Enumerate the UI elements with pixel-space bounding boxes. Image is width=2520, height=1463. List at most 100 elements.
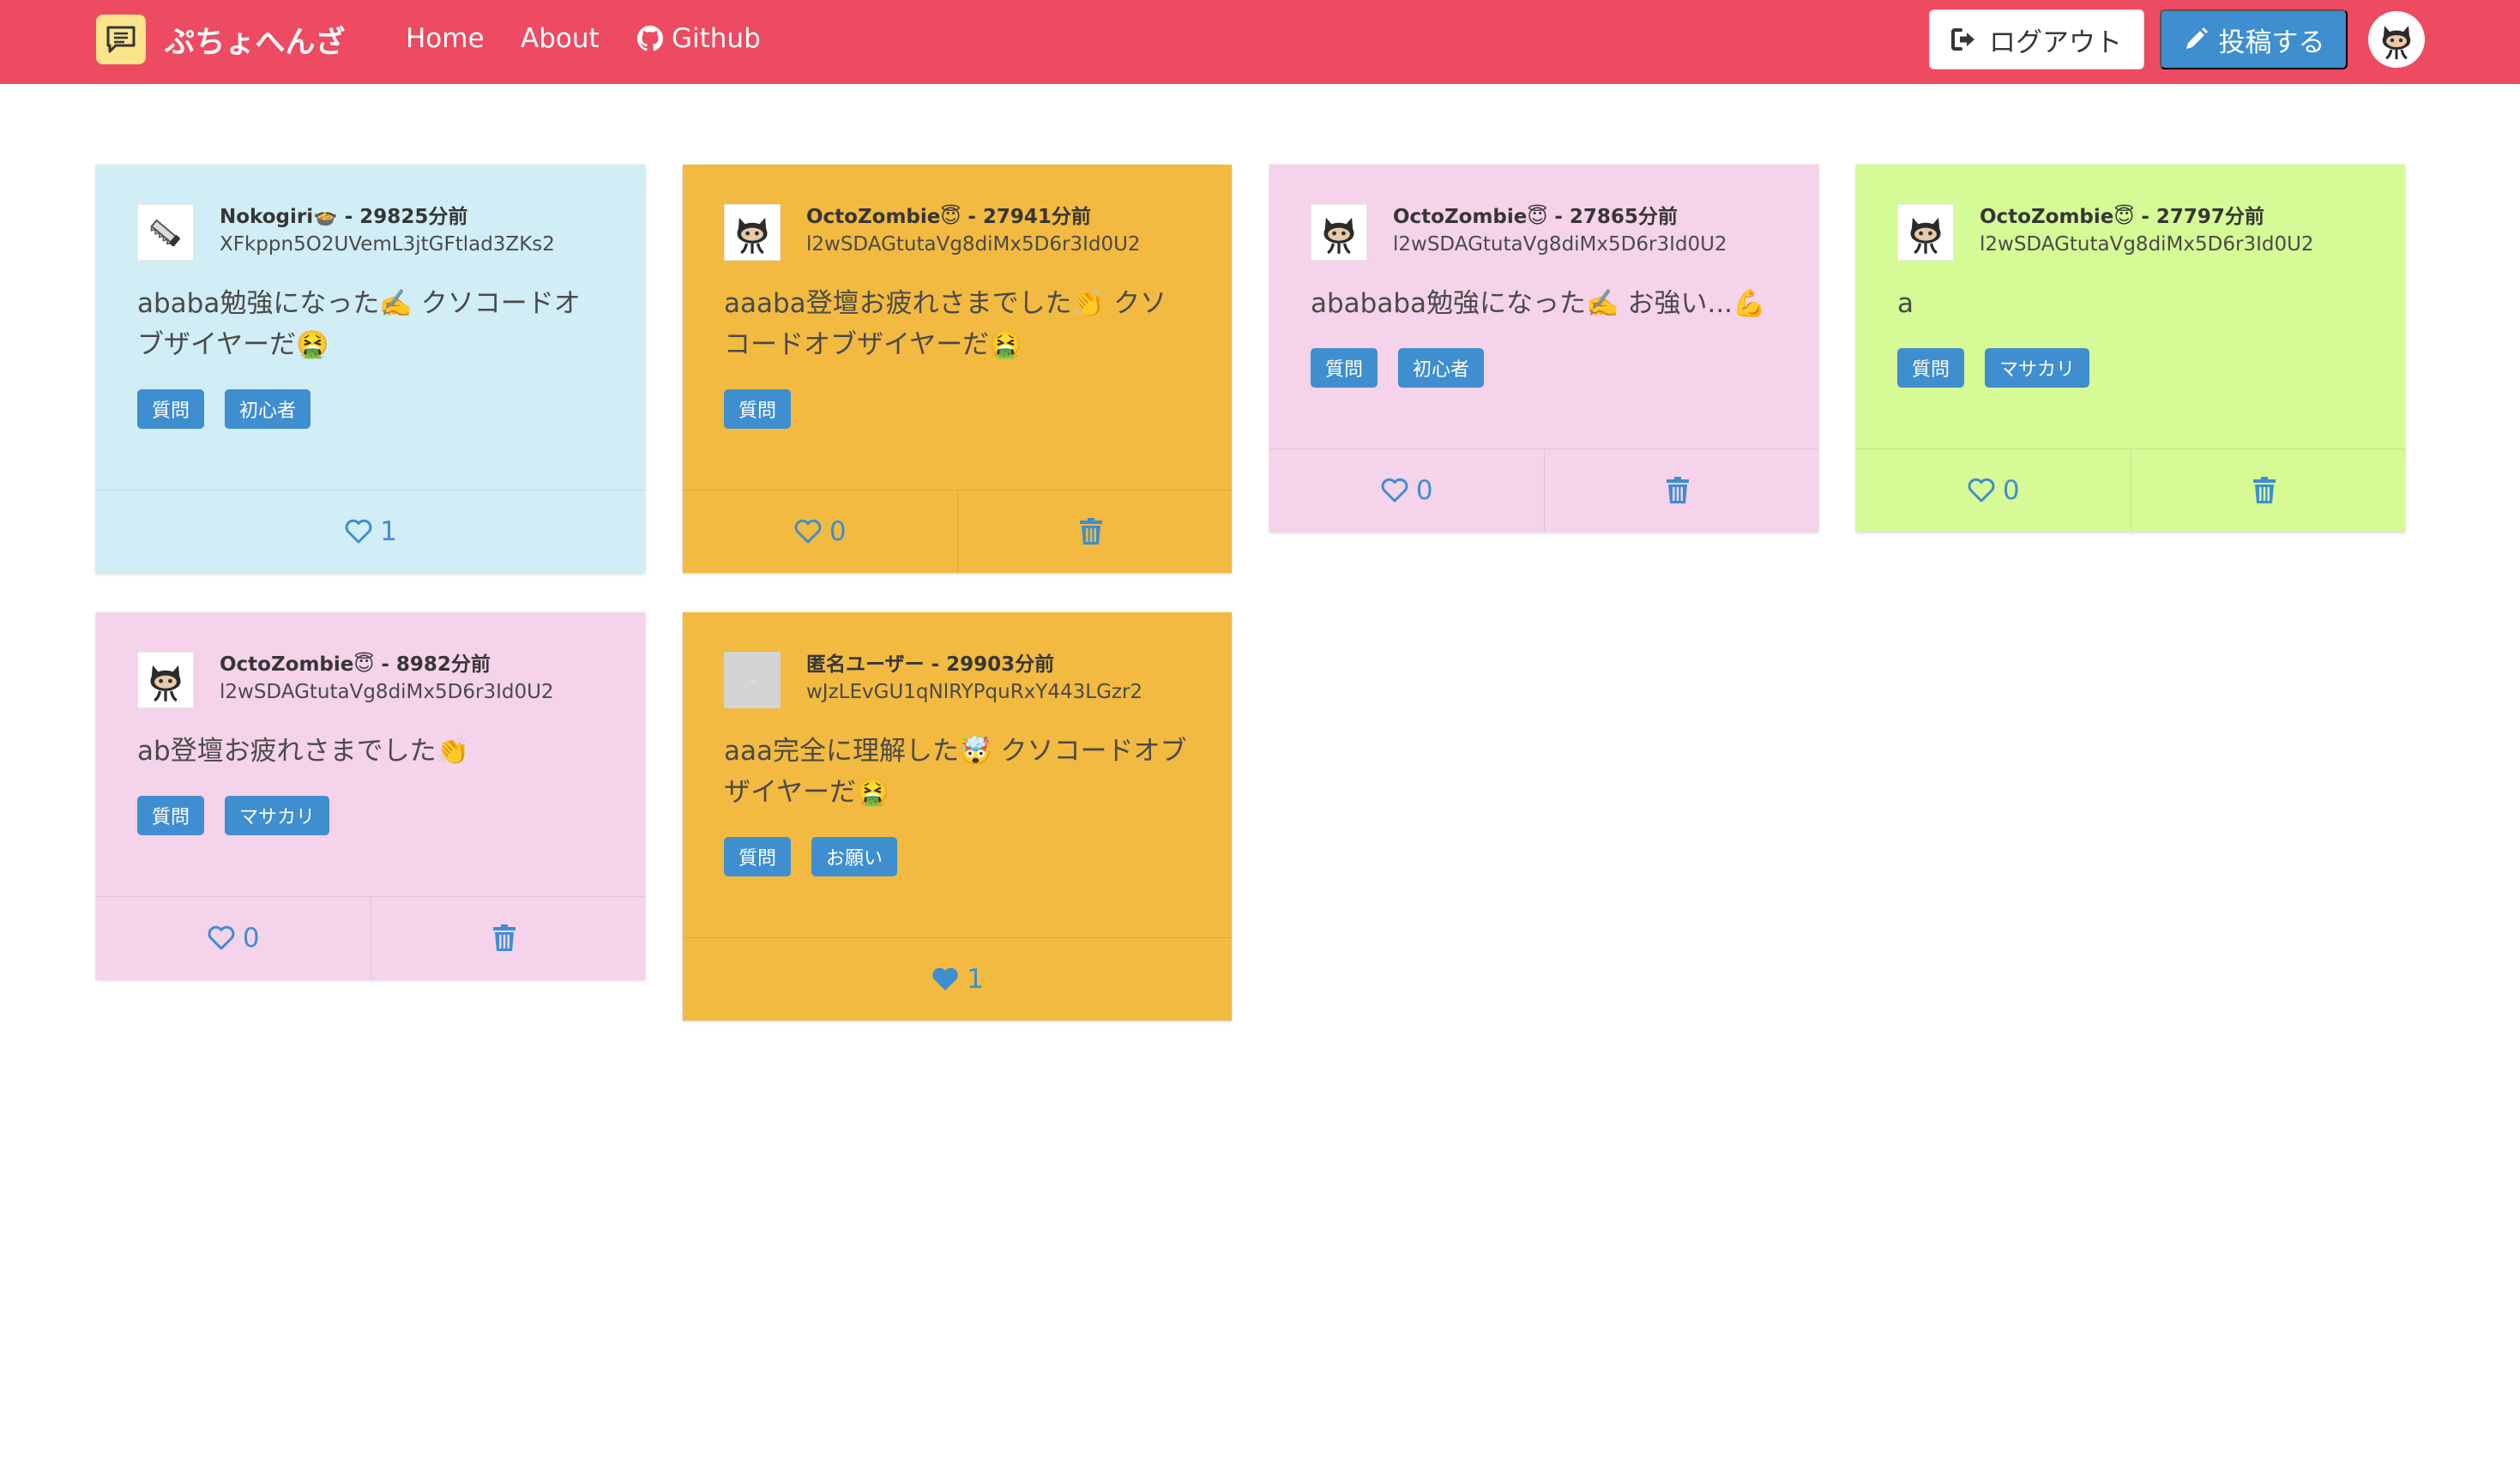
post-tag[interactable]: 質問	[1311, 348, 1378, 388]
post-body: ababa勉強になった✍️ クソコードオブザイヤーだ🤮	[137, 288, 581, 360]
post-tag[interactable]: 初心者	[225, 389, 311, 429]
post-tags: 質問 マサカリ	[1897, 348, 2364, 388]
delete-button[interactable]	[1543, 449, 1819, 532]
post-tag[interactable]: 質問	[137, 796, 205, 835]
trash-icon	[1666, 477, 1697, 504]
card-header: — 匿名ユーザー - 29903分前 wJzLEvGU1qNlRYPquRxY4…	[724, 652, 1191, 708]
post-author-time: OctoZombie😇 - 27941分前	[806, 206, 1091, 228]
post-tag[interactable]: 質問	[137, 389, 205, 429]
post-body: abababa勉強になった✍️ お強い...💪	[1311, 288, 1766, 319]
post-user-id: l2wSDAGtutaVg8diMx5D6r3Id0U2	[220, 681, 554, 703]
post-author-time: OctoZombie😇 - 8982分前	[220, 653, 491, 676]
card-header: OctoZombie😇 - 8982分前 l2wSDAGtutaVg8diMx5…	[137, 652, 604, 708]
nav-github-label: Github	[672, 23, 761, 54]
post-tag[interactable]: 質問	[724, 837, 792, 876]
trash-icon	[1079, 518, 1110, 545]
post-card: OctoZombie😇 - 27941分前 l2wSDAGtutaVg8diMx…	[683, 165, 1232, 573]
like-count: 1	[967, 964, 984, 995]
heart-icon	[207, 925, 243, 951]
svg-text:—: —	[749, 677, 757, 686]
post-meta: OctoZombie😇 - 8982分前 l2wSDAGtutaVg8diMx5…	[220, 652, 554, 708]
post-tag[interactable]: マサカリ	[1985, 348, 2090, 388]
post-meta: OctoZombie😇 - 27941分前 l2wSDAGtutaVg8diMx…	[806, 204, 1141, 261]
post-author-time: Nokogiri🍲 - 29825分前	[220, 206, 468, 228]
post-card: Nokogiri🍲 - 29825分前 XFkppn5O2UVemL3jtGFt…	[96, 165, 645, 573]
card-footer: 0	[683, 490, 1232, 573]
post-tags: 質問 初心者	[1311, 348, 1777, 388]
card-footer: 0	[96, 896, 645, 979]
octocat-icon	[1897, 204, 1954, 261]
card-content: Nokogiri🍲 - 29825分前 XFkppn5O2UVemL3jtGFt…	[96, 165, 645, 429]
pencil-icon	[2185, 27, 2208, 49]
logout-label: ログアウト	[1989, 27, 2122, 57]
logout-button[interactable]: ログアウト	[1929, 9, 2144, 69]
card-content: OctoZombie😇 - 8982分前 l2wSDAGtutaVg8diMx5…	[96, 612, 645, 835]
octocat-icon	[137, 652, 194, 708]
card-content: OctoZombie😇 - 27865分前 l2wSDAGtutaVg8diMx…	[1269, 165, 1818, 388]
post-tag[interactable]: お願い	[811, 837, 898, 876]
card-header: Nokogiri🍲 - 29825分前 XFkppn5O2UVemL3jtGFt…	[137, 204, 604, 261]
post-body: aaaba登壇お疲れさまでした👏 クソコードオブザイヤーだ🤮	[724, 288, 1167, 360]
post-user-id: l2wSDAGtutaVg8diMx5D6r3Id0U2	[1393, 233, 1727, 256]
like-button[interactable]: 1	[683, 938, 1232, 1020]
like-button[interactable]: 1	[96, 491, 645, 573]
post-body: aaa完全に理解した🤯 クソコードオブザイヤーだ🤮	[724, 736, 1187, 808]
post-author-time: OctoZombie😇 - 27797分前	[1980, 206, 2264, 228]
post-card: OctoZombie😇 - 8982分前 l2wSDAGtutaVg8diMx5…	[96, 612, 645, 979]
chat-icon	[96, 15, 146, 64]
like-button[interactable]: 0	[1269, 449, 1544, 532]
post-tags: 質問 初心者	[137, 389, 604, 429]
nav-home-link[interactable]: Home	[406, 23, 485, 54]
post-user-id: XFkppn5O2UVemL3jtGFtlad3ZKs2	[220, 233, 555, 256]
brand-link[interactable]: ぷちょへんざ	[96, 15, 345, 64]
like-count: 0	[829, 516, 847, 547]
post-meta: OctoZombie😇 - 27865分前 l2wSDAGtutaVg8diMx…	[1393, 204, 1727, 261]
like-button[interactable]: 0	[1856, 449, 2131, 532]
trash-icon	[492, 924, 523, 952]
post-tag[interactable]: 質問	[724, 389, 792, 429]
post-user-id: wJzLEvGU1qNlRYPquRxY443LGzr2	[806, 681, 1143, 703]
user-avatar[interactable]	[2368, 11, 2425, 68]
post-tags: 質問 お願い	[724, 837, 1191, 876]
like-count: 0	[1415, 475, 1433, 506]
post-card: — 匿名ユーザー - 29903分前 wJzLEvGU1qNlRYPquRxY4…	[683, 612, 1232, 1020]
post-tag[interactable]: マサカリ	[225, 796, 330, 835]
like-button[interactable]: 0	[96, 897, 371, 979]
post-label: 投稿する	[2218, 27, 2325, 57]
octocat-icon	[2382, 26, 2411, 60]
like-button[interactable]: 0	[683, 491, 957, 573]
logout-icon	[1951, 28, 1974, 51]
delete-button[interactable]	[2130, 449, 2406, 532]
delete-button[interactable]	[956, 491, 1233, 573]
nav-about-link[interactable]: About	[521, 23, 600, 54]
post-tags: 質問	[724, 389, 1191, 429]
card-header: OctoZombie😇 - 27865分前 l2wSDAGtutaVg8diMx…	[1311, 204, 1777, 261]
post-card: OctoZombie😇 - 27797分前 l2wSDAGtutaVg8diMx…	[1856, 165, 2405, 532]
post-meta: 匿名ユーザー - 29903分前 wJzLEvGU1qNlRYPquRxY443…	[806, 652, 1142, 708]
card-footer: 1	[96, 490, 645, 573]
post-body: ab登壇お疲れさまでした👏	[137, 736, 470, 767]
post-tag[interactable]: 初心者	[1398, 348, 1485, 388]
card-footer: 1	[683, 937, 1232, 1020]
octocat-icon	[1311, 204, 1367, 261]
github-icon	[637, 26, 663, 51]
trash-icon	[2252, 477, 2283, 504]
post-tag[interactable]: 質問	[1897, 348, 1965, 388]
nav-github-link[interactable]: Github	[637, 23, 761, 54]
card-footer: 0	[1856, 449, 2405, 532]
post-user-id: l2wSDAGtutaVg8diMx5D6r3Id0U2	[1980, 233, 2314, 256]
card-content: OctoZombie😇 - 27797分前 l2wSDAGtutaVg8diMx…	[1856, 165, 2405, 388]
delete-button[interactable]	[370, 897, 646, 979]
card-footer: 0	[1269, 449, 1818, 532]
post-card: OctoZombie😇 - 27865分前 l2wSDAGtutaVg8diMx…	[1269, 165, 1818, 532]
heart-icon	[1967, 478, 2003, 503]
saw-icon	[137, 204, 194, 261]
like-count: 1	[380, 516, 397, 547]
card-header: OctoZombie😇 - 27797分前 l2wSDAGtutaVg8diMx…	[1897, 204, 2364, 261]
brand-name: ぷちょへんざ	[165, 25, 346, 60]
heart-icon	[1380, 478, 1416, 503]
octocat-icon	[724, 204, 781, 261]
post-button[interactable]: 投稿する	[2160, 9, 2348, 69]
card-content: — 匿名ユーザー - 29903分前 wJzLEvGU1qNlRYPquRxY4…	[683, 612, 1232, 876]
heart-icon	[931, 966, 967, 992]
